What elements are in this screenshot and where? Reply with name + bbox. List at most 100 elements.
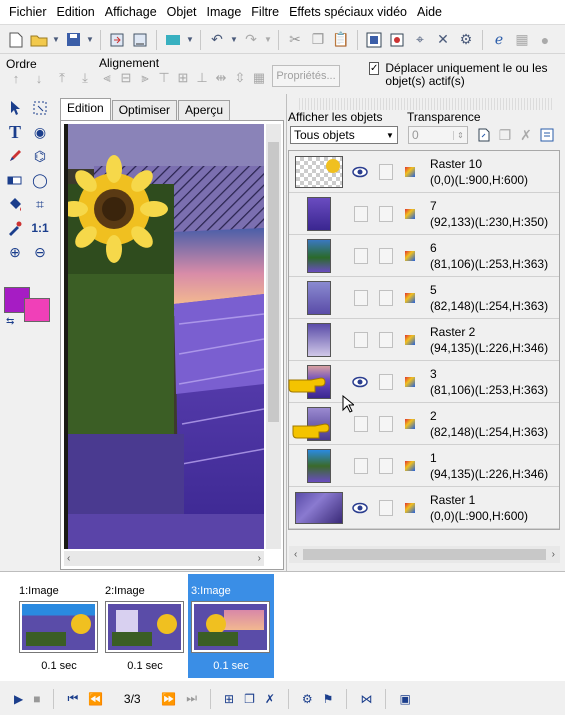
help-icon[interactable]: ● <box>535 30 555 50</box>
next-frame-icon[interactable]: ⏩ <box>161 692 176 706</box>
transform-icon[interactable]: ⌖ <box>410 30 430 50</box>
eye-icon[interactable] <box>352 164 368 180</box>
tab-edition[interactable]: Edition <box>60 98 111 120</box>
eye-icon[interactable] <box>352 374 368 390</box>
grid-icon[interactable]: ▦ <box>512 30 532 50</box>
scroll-right-icon[interactable]: › <box>552 549 555 560</box>
bring-front-icon[interactable]: ⤒ <box>54 70 70 86</box>
crop-tool-icon[interactable]: ⌗ <box>30 194 50 214</box>
delete-frame-icon[interactable]: ✗ <box>265 692 275 706</box>
actual-size-icon[interactable]: 1:1 <box>30 218 50 238</box>
brush-tool-icon[interactable] <box>5 146 25 166</box>
chevron-down-icon[interactable]: ▼ <box>52 30 60 50</box>
frame-1[interactable]: 1:Image 0.1 sec <box>16 574 102 678</box>
last-frame-icon[interactable]: ⏭ <box>186 691 197 706</box>
tab-optimiser[interactable]: Optimiser <box>111 100 178 120</box>
scroll-left-icon[interactable]: ‹ <box>294 549 297 560</box>
frame-2[interactable]: 2:Image 0.1 sec <box>102 574 188 678</box>
deplacer-checkbox[interactable]: ✓ <box>369 62 380 75</box>
lock-toggle[interactable] <box>379 248 393 264</box>
distribute-v-icon[interactable]: ⇳ <box>232 70 248 86</box>
new-layer-icon[interactable] <box>476 127 492 143</box>
chevron-down-icon[interactable]: ▼ <box>186 30 194 50</box>
visibility-toggle[interactable] <box>354 290 368 306</box>
layer-properties-icon[interactable] <box>539 127 555 143</box>
tween-icon[interactable]: ⋈ <box>360 692 372 706</box>
tab-apercu[interactable]: Aperçu <box>178 100 231 120</box>
menu-objet[interactable]: Objet <box>162 5 202 19</box>
lock-toggle[interactable] <box>379 164 393 180</box>
align-top-icon[interactable]: ⊤ <box>156 70 172 86</box>
spin-icon[interactable]: ⇕ <box>453 130 467 140</box>
import-icon[interactable] <box>107 30 127 50</box>
crop-icon[interactable] <box>387 30 407 50</box>
lock-toggle[interactable] <box>379 416 393 432</box>
lock-toggle[interactable] <box>379 332 393 348</box>
effects-icon[interactable]: ⚙ <box>456 30 476 50</box>
layers-horizontal-scrollbar[interactable]: ‹ › <box>289 546 560 563</box>
undo-icon[interactable]: ↶ <box>207 30 227 50</box>
align-middle-icon[interactable]: ⊞ <box>175 70 191 86</box>
canvas-icon[interactable] <box>364 30 384 50</box>
onion-skin-icon[interactable]: ⚑ <box>323 692 334 706</box>
menu-fichier[interactable]: Fichier <box>4 5 52 19</box>
align-left-icon[interactable]: ⫷ <box>99 70 115 86</box>
add-frame-icon[interactable]: ⊞ <box>224 692 234 706</box>
align-center-icon[interactable]: ⊟ <box>118 70 134 86</box>
layer-row-1[interactable]: 1 (94,135)(L:226,H:346) <box>289 445 559 487</box>
eraser-tool-icon[interactable] <box>5 170 25 190</box>
zoom-in-icon[interactable]: ⊕ <box>5 242 25 262</box>
lock-toggle[interactable] <box>379 374 393 390</box>
stop-icon[interactable]: ■ <box>33 692 40 706</box>
menu-filtre[interactable]: Filtre <box>246 5 284 19</box>
delete-layer-icon[interactable]: ✗ <box>518 127 534 143</box>
export-icon[interactable] <box>130 30 150 50</box>
lock-toggle[interactable] <box>379 500 393 516</box>
marquee-tool-icon[interactable] <box>30 98 50 118</box>
previous-frame-icon[interactable]: ⏪ <box>88 692 103 706</box>
open-folder-icon[interactable] <box>29 30 49 50</box>
redo-icon[interactable]: ↷ <box>241 30 261 50</box>
lasso-tool-icon[interactable]: ◯ <box>30 170 50 190</box>
lock-toggle[interactable] <box>379 458 393 474</box>
align-bottom-icon[interactable]: ⊥ <box>194 70 210 86</box>
save-icon[interactable] <box>63 30 83 50</box>
layer-row-5[interactable]: 5 (82,148)(L:254,H:363) <box>289 277 559 319</box>
visibility-toggle[interactable] <box>354 206 368 222</box>
frame-delay[interactable]: 0.1 sec <box>16 660 102 672</box>
layer-row-7[interactable]: 7 (92,133)(L:230,H:350) <box>289 193 559 235</box>
scroll-right-icon[interactable]: › <box>258 553 261 564</box>
visibility-toggle[interactable] <box>354 332 368 348</box>
paste-icon[interactable]: 📋 <box>331 30 351 50</box>
layer-row-6[interactable]: 6 (81,106)(L:253,H:363) <box>289 235 559 277</box>
layer-row-raster10[interactable]: Raster 10 (0,0)(L:900,H:600) <box>289 151 559 193</box>
zoom-out-icon[interactable]: ⊖ <box>30 242 50 262</box>
lock-toggle[interactable] <box>379 290 393 306</box>
duplicate-layer-icon[interactable]: ❐ <box>497 127 513 143</box>
resize-icon[interactable]: ✕ <box>433 30 453 50</box>
menu-aide[interactable]: Aide <box>412 5 447 19</box>
chevron-down-icon[interactable]: ▼ <box>86 30 94 50</box>
eye-icon[interactable] <box>352 500 368 516</box>
visibility-toggle[interactable] <box>354 416 368 432</box>
new-file-icon[interactable] <box>6 30 26 50</box>
first-frame-icon[interactable]: ⏮ <box>67 691 78 706</box>
deplacer-option[interactable]: ✓ Déplacer uniquement le ou les objet(s)… <box>369 62 559 88</box>
chevron-down-icon[interactable]: ▼ <box>230 30 238 50</box>
lock-toggle[interactable] <box>379 206 393 222</box>
arrow-down-icon[interactable]: ↓ <box>31 70 47 86</box>
align-grid-icon[interactable]: ▦ <box>251 70 267 86</box>
layer-row-3[interactable]: 3 (81,106)(L:253,H:363) <box>289 361 559 403</box>
export-frames-icon[interactable]: ▣ <box>399 692 410 706</box>
scroll-thumb[interactable] <box>303 549 546 560</box>
copy-icon[interactable]: ❐ <box>308 30 328 50</box>
play-icon[interactable]: ▶ <box>14 692 23 706</box>
fill-tool-icon[interactable] <box>5 194 25 214</box>
layer-row-raster2[interactable]: Raster 2 (94,135)(L:226,H:346) <box>289 319 559 361</box>
pointer-tool-icon[interactable] <box>5 98 25 118</box>
menu-affichage[interactable]: Affichage <box>100 5 162 19</box>
text-tool-icon[interactable]: T <box>5 122 25 142</box>
send-back-icon[interactable]: ⤓ <box>77 70 93 86</box>
frame-delay[interactable]: 0.1 sec <box>188 660 274 672</box>
canvas-horizontal-scrollbar[interactable]: ‹ › <box>64 551 264 566</box>
